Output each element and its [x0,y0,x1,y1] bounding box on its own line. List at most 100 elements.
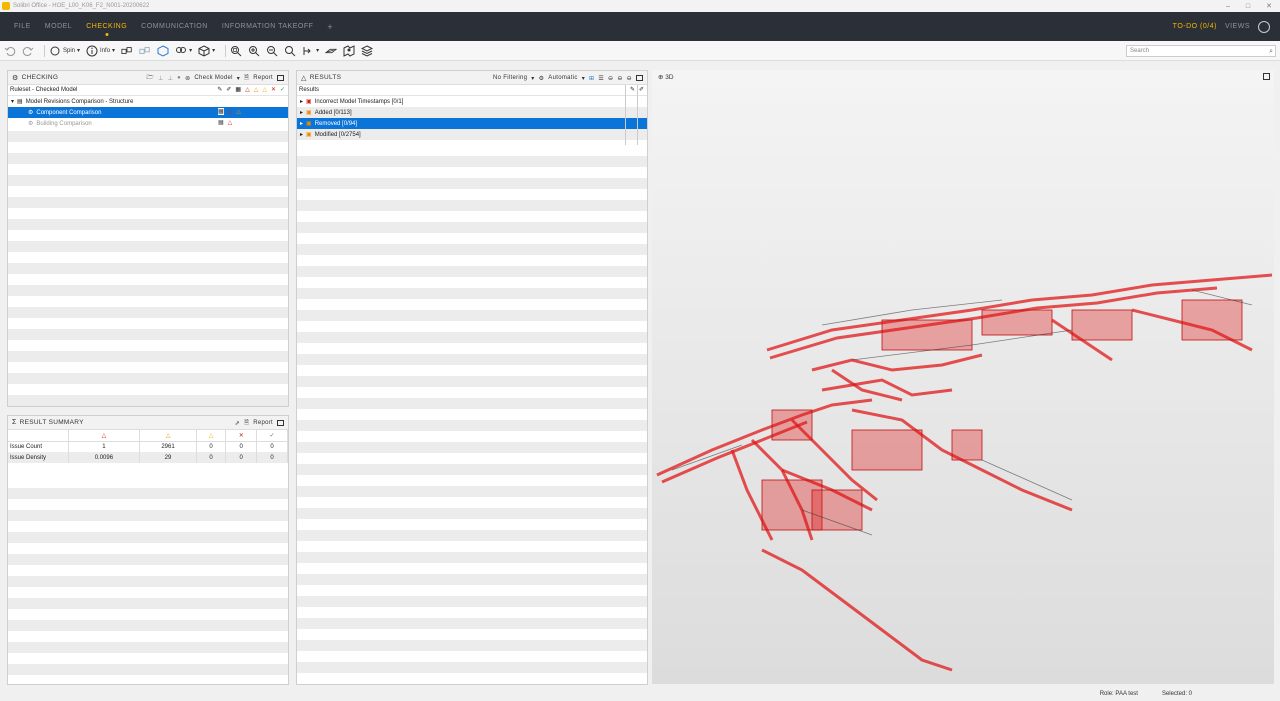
expand-arrow-icon[interactable]: ▸ [300,98,303,105]
ruleset-settings-icon[interactable]: ⊥ [158,75,164,82]
chevron-down-icon[interactable]: ▾ [316,47,319,54]
chevron-down-icon[interactable]: ▾ [189,47,192,54]
results-empty-rows [297,145,647,684]
slide-add-icon[interactable]: ⊖ [627,75,632,82]
spin-button[interactable]: Spin ▾ [49,45,80,57]
checking-empty-rows [8,131,288,406]
search-input[interactable]: Search ⌕ [1126,45,1276,57]
zoom-in-button[interactable] [248,45,260,57]
menu-model[interactable]: MODEL [45,23,72,30]
hide-components-button[interactable] [139,45,151,57]
menu-information-takeoff[interactable]: INFORMATION TAKEOFF [222,23,314,30]
checking-title: CHECKING [21,74,59,81]
menu-file[interactable]: FILE [14,23,31,30]
ruleset-parameters-icon[interactable]: ⊥ [168,75,174,82]
minimize-button[interactable]: – [1226,3,1230,10]
result-row-added[interactable]: ▸ ▣ Added [0/113] [297,107,647,118]
check-model-button[interactable]: Check Model [194,75,232,81]
moderate-issue-folder-icon: ▣ [306,132,312,138]
moderate-issue-folder-icon: ▣ [306,110,312,116]
checking-icon: ⚙ [12,74,19,82]
filter-dropdown[interactable]: No Filtering [493,75,527,81]
summary-empty-rows [8,477,288,684]
report-icon[interactable]: 🗎 [244,418,249,428]
expand-arrow-icon[interactable]: ▸ [300,131,303,138]
summary-value: 1 [68,441,141,452]
chevron-down-icon[interactable]: ▾ [212,47,215,54]
table-icon[interactable]: ▦ [218,108,224,115]
visibility-button[interactable]: ▾ [175,45,192,57]
list-view-icon[interactable]: ☰ [598,75,604,82]
search-icon[interactable]: ⌕ [1269,47,1273,57]
moderate-issue-icon: △ [236,109,241,115]
export-icon[interactable]: ⇗ [235,420,240,427]
zoom-out-button[interactable] [266,45,278,57]
maximize-panel-icon[interactable] [277,75,284,81]
maximize-panel-icon[interactable] [277,420,284,426]
result-row-removed[interactable]: ▸ ▣ Removed [0/94] [297,118,647,129]
views-icon[interactable] [1258,20,1270,33]
summary-report-button[interactable]: Report [253,420,273,426]
passed-icon: ✓ [256,430,288,441]
table-icon[interactable]: ▦ [218,119,224,126]
report-button[interactable]: Report [253,75,273,81]
toolbar-separator [44,44,45,57]
layers-button[interactable] [361,44,374,57]
layers-icon [361,44,374,57]
slide-icon[interactable]: ⊖ [617,75,622,82]
tree-row-building-comparison[interactable]: ⚙ Building Comparison ▦ △ [8,118,288,129]
undo-button[interactable] [4,45,16,57]
menu-communication[interactable]: COMMUNICATION [141,23,208,30]
report-icon[interactable]: 🗎 [244,73,249,83]
zoom-fit-icon [230,45,242,57]
floor-plan-button[interactable] [343,44,355,57]
todo-button[interactable]: TO-DO (0/4) [1173,23,1217,30]
section-planes-button[interactable] [325,45,338,57]
summary-row-issue-count: Issue Count 1 2961 0 0 0 [8,441,288,452]
result-row-incorrect-timestamps[interactable]: ▸ ▣ Incorrect Model Timestamps [0/1] [297,96,647,107]
maximize-panel-icon[interactable] [636,75,643,81]
close-button[interactable]: ✕ [1266,2,1272,10]
chevron-down-icon[interactable]: ▾ [112,47,115,54]
expand-arrow-icon[interactable]: ▸ [300,120,303,127]
presentation-icon[interactable]: ⊖ [608,75,613,82]
automatic-dropdown[interactable]: Automatic [548,75,577,81]
info-button[interactable]: Info ▾ [86,45,115,57]
select-all-components-button[interactable] [121,45,133,57]
tree-view-icon[interactable]: ⊞ [589,75,594,82]
summary-value: 0.0096 [68,452,141,463]
tree-row-model-revisions[interactable]: ▾ ▤ Model Revisions Comparison - Structu… [8,96,288,107]
3d-viewport[interactable]: ⊕ 3D [652,70,1274,684]
results-panel-header: △ RESULTS No Filtering ▾ ⚙ Automatic ▾ ⊞… [297,71,647,85]
undo-icon [4,45,16,57]
walk-button[interactable]: ▾ [302,45,319,57]
summary-row-issue-density: Issue Density 0.0096 29 0 0 0 [8,452,288,463]
result-label: Incorrect Model Timestamps [0/1] [314,98,404,105]
redo-button[interactable] [22,45,34,57]
view-cube-button[interactable]: ▾ [198,44,215,57]
results-panel: △ RESULTS No Filtering ▾ ⚙ Automatic ▾ ⊞… [296,70,648,685]
zoom-selected-button[interactable] [284,45,296,57]
chevron-down-icon[interactable]: ▾ [582,75,585,82]
expand-arrow-icon[interactable]: ▸ [300,109,303,116]
chevron-down-icon[interactable]: ▾ [237,75,240,82]
result-summary-title: RESULT SUMMARY [19,419,84,426]
results-column-header: Results ✎ ✐ [297,85,647,96]
critical-issue-icon: △ [227,120,233,126]
zoom-fit-button[interactable] [230,45,242,57]
expand-arrow-icon[interactable]: ▾ [11,98,14,105]
comment-icon: ✐ [638,87,644,93]
tree-row-component-comparison[interactable]: ⚙ Component Comparison ▦ △ △ [8,107,288,118]
chevron-down-icon[interactable]: ▾ [531,75,534,82]
isolate-component-button[interactable] [157,44,169,57]
views-button[interactable]: VIEWS [1225,23,1250,30]
check-model-icon[interactable]: ⊚ [185,75,190,82]
chevron-down-icon[interactable]: ▾ [77,47,80,54]
record-icon[interactable]: ● [177,75,181,81]
open-ruleset-icon[interactable]: 🗁 [146,73,154,83]
maximize-button[interactable]: □ [1246,3,1250,10]
result-row-modified[interactable]: ▸ ▣ Modified [0/2754] [297,129,647,140]
menu-checking[interactable]: CHECKING [86,23,127,30]
add-layout-button[interactable]: + [327,22,333,32]
summary-value: 29 [139,452,197,463]
